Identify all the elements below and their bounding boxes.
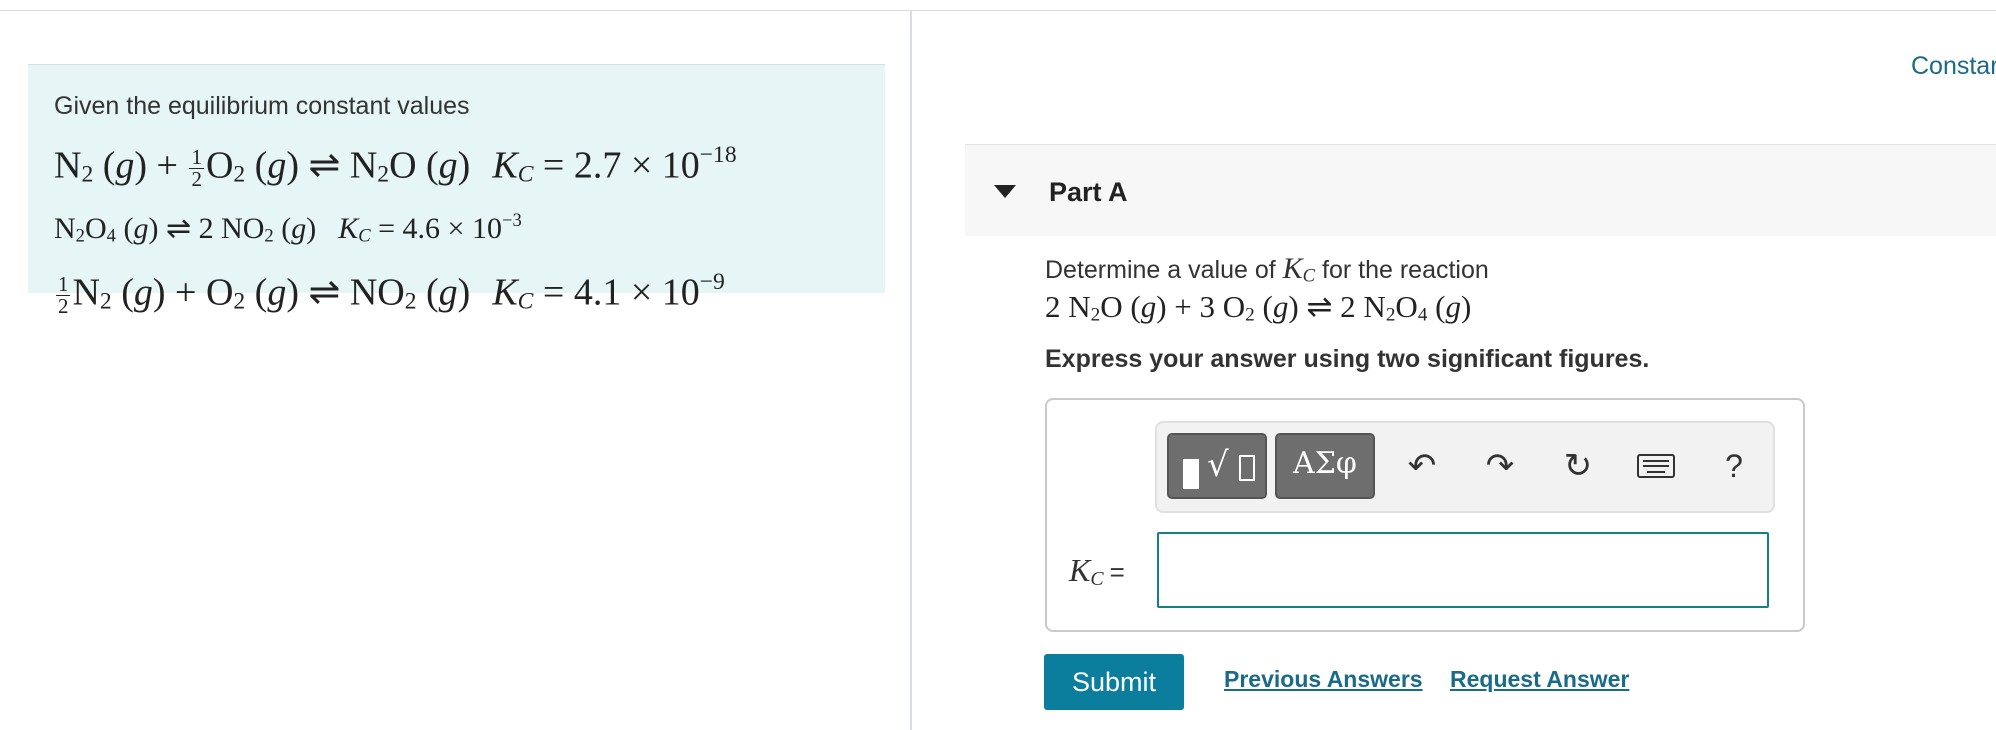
eq1-k: K: [492, 144, 518, 187]
eq3-fraction: 12: [56, 272, 71, 319]
keyboard-icon[interactable]: [1633, 441, 1683, 491]
request-answer-link[interactable]: Request Answer: [1450, 666, 1629, 693]
undo-icon[interactable]: ↶: [1397, 441, 1447, 491]
equation-3: 1 2 N2 (g) + O2 (g) ⇌ NO2 (g) KC = 4.1 × 10…: [56, 268, 725, 319]
top-rule: [0, 10, 1996, 11]
equilibrium-arrow-icon: ⇌: [1306, 289, 1333, 324]
target-reaction: 2 N2O (g) + 3 O2 (g) ⇌ 2 N2O4 (g): [1045, 289, 1472, 326]
radical-icon: √: [1207, 445, 1229, 485]
column-divider: [910, 10, 912, 730]
constants-link[interactable]: Constar: [1911, 52, 1996, 81]
part-title: Part A: [1049, 177, 1128, 207]
eq1-k-value: = 2.7 × 10: [542, 144, 700, 187]
given-info-panel: Given the equilibrium constant values N2…: [28, 64, 885, 316]
kc-answer-input[interactable]: [1157, 532, 1769, 608]
placeholder-box-icon: [1239, 455, 1255, 481]
equilibrium-arrow-icon: ⇌: [308, 271, 341, 314]
caret-down-icon[interactable]: [994, 185, 1016, 198]
eq2-k-value: = 4.6 × 10: [378, 211, 502, 245]
equilibrium-arrow-icon: ⇌: [165, 211, 192, 245]
instruction-text: Express your answer using two significan…: [1045, 345, 1650, 373]
submit-button[interactable]: Submit: [1044, 654, 1184, 710]
templates-icon: [1183, 459, 1199, 489]
templates-button[interactable]: √: [1167, 433, 1267, 499]
question-kc: KC: [1282, 252, 1316, 287]
greek-letters-button[interactable]: ΑΣφ: [1275, 433, 1375, 499]
info-intro: Given the equilibrium constant values: [54, 92, 470, 120]
eq1-o: O: [205, 144, 234, 187]
eq1-fraction: 12: [189, 145, 204, 192]
math-toolbar: √ ΑΣφ ↶ ↷ ↻ ?: [1155, 421, 1775, 513]
help-icon[interactable]: ?: [1709, 441, 1759, 491]
answer-box: √ ΑΣφ ↶ ↷ ↻ ? KC =: [1045, 398, 1805, 632]
eq3-k-value: = 4.1 × 10: [542, 271, 700, 314]
eq1-n: N: [54, 144, 82, 187]
eq1-phase: g: [115, 144, 135, 187]
part-a-header[interactable]: Part A: [965, 144, 1996, 236]
eq1-n-sub: 2: [81, 161, 94, 188]
redo-icon[interactable]: ↷: [1475, 441, 1525, 491]
equation-1: N2 (g) + 1 2 O2 (g) ⇌ N2O (g) KC = 2.7 × 10…: [54, 142, 737, 192]
kc-label: KC =: [1069, 552, 1125, 590]
equilibrium-arrow-icon: ⇌: [308, 144, 341, 187]
reset-icon[interactable]: ↻: [1553, 441, 1603, 491]
equation-2: N2O4 (g) ⇌ 2 NO2 (g) KC = 4.6 × 10−3: [54, 209, 522, 246]
previous-answers-link[interactable]: Previous Answers: [1224, 666, 1423, 693]
